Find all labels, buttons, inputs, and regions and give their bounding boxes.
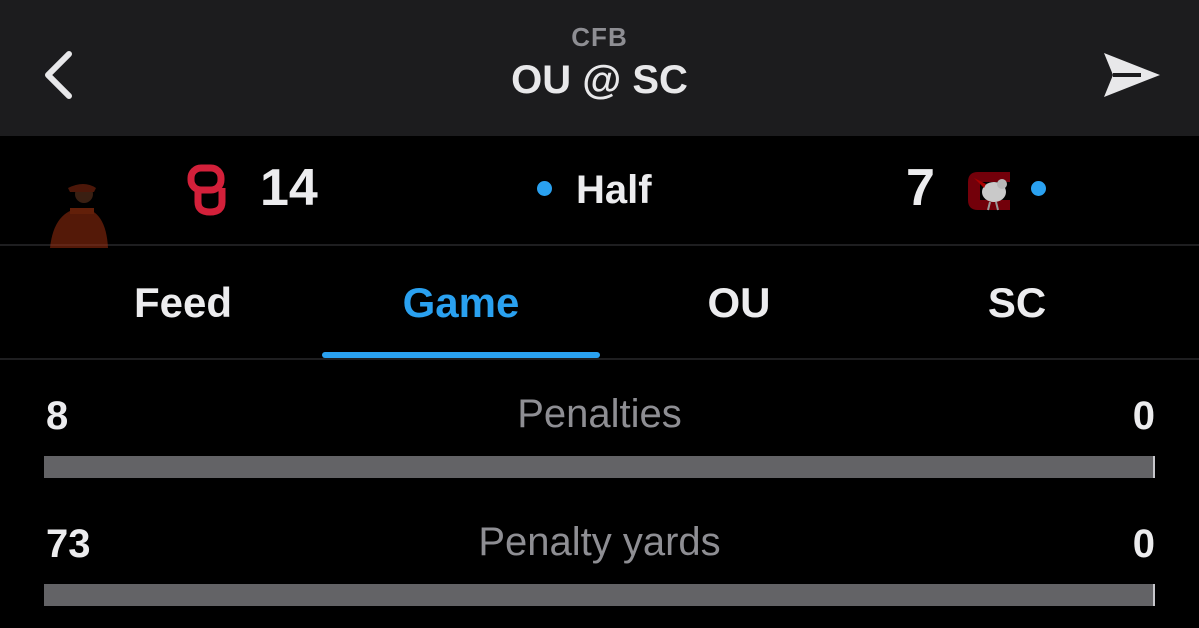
top-nav-bar: CFB OU @ SC: [0, 0, 1199, 136]
league-label: CFB: [571, 22, 628, 52]
home-score: 7: [906, 159, 935, 217]
stat-away-value: 8: [46, 394, 69, 438]
tab-feed[interactable]: Feed: [44, 248, 322, 358]
stat-row-penalty-yards: Penalty yards 73 0: [44, 518, 1155, 628]
game-period: Half: [576, 168, 652, 212]
paper-plane-icon: [1104, 53, 1160, 97]
stat-comparison-bar: [44, 456, 1155, 478]
stat-comparison-bar: [44, 584, 1155, 606]
stat-label: Penalties: [517, 392, 682, 436]
stat-home-value: 0: [1132, 394, 1155, 438]
stat-home-value: 0: [1132, 522, 1155, 566]
away-score: 14: [260, 159, 318, 217]
stat-away-value: 73: [46, 522, 91, 566]
scoreboard: 14 Half 7: [0, 136, 1199, 248]
tab-bar: Feed Game OU SC: [0, 248, 1199, 360]
stat-label: Penalty yards: [478, 520, 721, 564]
tab-sc[interactable]: SC: [878, 248, 1156, 358]
stat-home-bar: [1153, 456, 1155, 478]
tab-game[interactable]: Game: [322, 248, 600, 358]
player-avatar: [50, 184, 108, 248]
share-button[interactable]: [1097, 42, 1167, 108]
tab-ou[interactable]: OU: [600, 248, 878, 358]
sc-gamecock-logo-icon: [968, 172, 1010, 211]
ou-logo-icon: [187, 164, 226, 216]
possession-indicator: [1031, 181, 1046, 196]
stat-home-bar: [1153, 584, 1155, 606]
live-indicator: [537, 181, 552, 196]
active-tab-indicator: [322, 352, 600, 358]
page-title: OU @ SC: [511, 58, 688, 102]
stat-row-penalties: Penalties 8 0: [44, 390, 1155, 500]
